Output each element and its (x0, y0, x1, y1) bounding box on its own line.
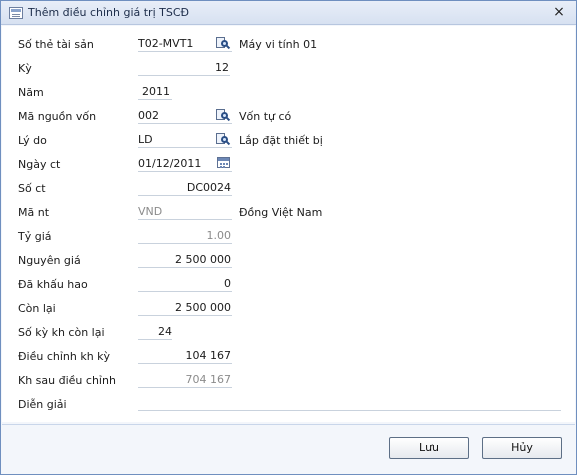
original-cost-field[interactable]: 2 500 000 (138, 252, 232, 268)
fund-source-name: Vốn tự có (239, 110, 292, 123)
period-field[interactable]: 12 (138, 60, 230, 76)
currency-name: Đồng Việt Nam (239, 206, 323, 219)
year-label: Năm (18, 86, 44, 99)
period-adjustment-label: Điều chỉnh kh kỳ (18, 350, 111, 363)
dialog-title: Thêm điều chỉnh giá trị TSCĐ (28, 6, 190, 19)
reason-name: Lắp đặt thiết bị (239, 134, 323, 147)
exchange-rate-field: 1.00 (138, 228, 232, 244)
reason-lookup-icon[interactable] (216, 133, 231, 146)
currency-field: VND (138, 204, 232, 220)
save-button[interactable]: Lưu (389, 437, 469, 459)
reason-label: Lý do (18, 134, 47, 147)
close-button[interactable]: × (552, 5, 566, 20)
currency-label: Mã nt (18, 206, 50, 219)
calendar-icon[interactable] (217, 157, 230, 168)
dialog-footer: Lưu Hủy (2, 424, 575, 474)
remaining-periods-label: Số kỳ kh còn lại (18, 326, 105, 339)
form-body: Số thẻ tài sản T02-MVT1 Máy vi tính 01 K… (2, 26, 575, 422)
fund-lookup-icon[interactable] (216, 109, 231, 122)
exchange-rate-label: Tỷ giá (18, 230, 52, 243)
asset-name: Máy vi tính 01 (239, 38, 318, 51)
period-adjustment-field[interactable]: 104 167 (138, 348, 232, 364)
remaining-field[interactable]: 2 500 000 (138, 300, 232, 316)
remaining-label: Còn lại (18, 302, 56, 315)
fund-source-label: Mã nguồn vốn (18, 110, 97, 123)
remaining-periods-field[interactable]: 24 (138, 324, 172, 340)
explanation-label: Diễn giải (18, 398, 67, 411)
period-label: Kỳ (18, 62, 32, 75)
form-icon (9, 7, 23, 19)
explanation-field[interactable] (138, 395, 561, 411)
asset-code-label: Số thẻ tài sản (18, 38, 94, 51)
asset-code-underline (138, 36, 232, 52)
doc-date-label: Ngày ct (18, 158, 61, 171)
title-bar: Thêm điều chỉnh giá trị TSCĐ × (1, 1, 576, 25)
doc-number-field[interactable]: DC0024 (138, 180, 232, 196)
doc-number-label: Số ct (18, 182, 46, 195)
after-adjustment-label: Kh sau điều chỉnh (18, 374, 116, 387)
after-adjustment-field: 704 167 (138, 372, 232, 388)
cancel-button[interactable]: Hủy (482, 437, 562, 459)
depreciated-field[interactable]: 0 (138, 276, 232, 292)
original-cost-label: Nguyên giá (18, 254, 81, 267)
year-field[interactable]: 2011 (138, 84, 172, 100)
dialog-window: Thêm điều chỉnh giá trị TSCĐ × Số thẻ tà… (0, 0, 577, 475)
depreciated-label: Đã khấu hao (18, 278, 88, 291)
